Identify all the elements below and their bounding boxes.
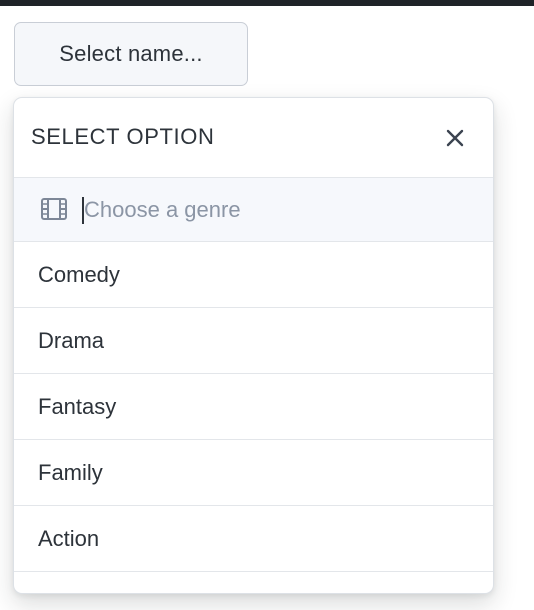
close-icon (446, 129, 464, 147)
option-action[interactable]: Action (14, 506, 493, 572)
option-partially-visible[interactable] (14, 572, 493, 593)
top-strip (0, 0, 534, 6)
close-button[interactable] (435, 118, 475, 158)
option-drama[interactable]: Drama (14, 308, 493, 374)
select-name-button[interactable]: Select name... (14, 22, 248, 86)
genre-search-input[interactable] (82, 190, 462, 230)
select-option-panel: SELECT OPTION Comedy Drama Fantasy Famil… (13, 97, 494, 594)
panel-title: SELECT OPTION (31, 124, 215, 149)
options-list: Comedy Drama Fantasy Family Action (14, 242, 493, 593)
search-row (14, 178, 493, 242)
option-family[interactable]: Family (14, 440, 493, 506)
option-fantasy[interactable]: Fantasy (14, 374, 493, 440)
panel-header: SELECT OPTION (14, 98, 493, 178)
film-icon (41, 198, 67, 220)
option-comedy[interactable]: Comedy (14, 242, 493, 308)
